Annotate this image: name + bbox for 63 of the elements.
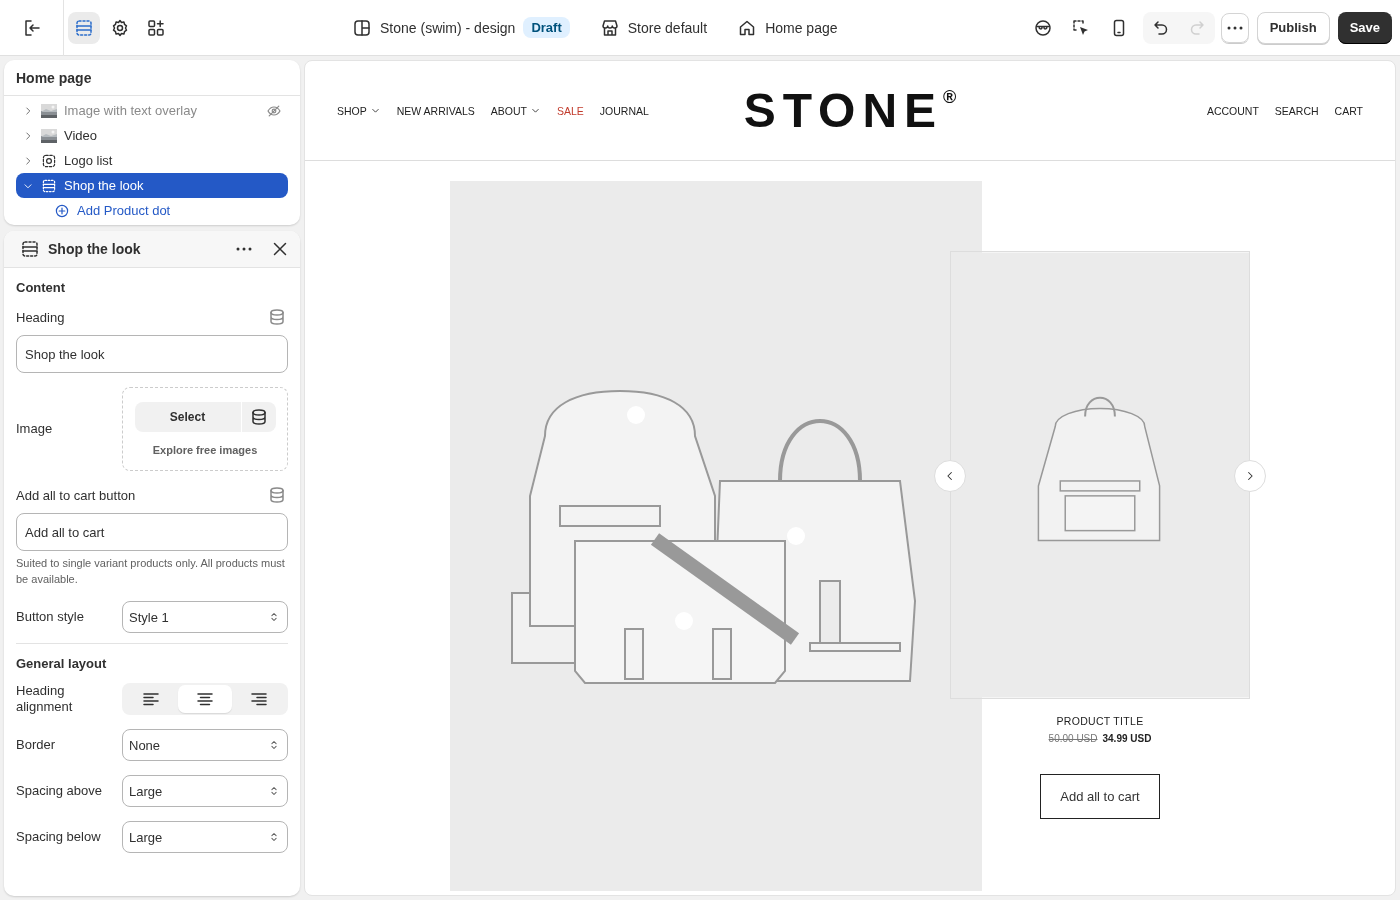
nav-link[interactable]: ABOUT [490, 104, 541, 117]
more-icon [1226, 25, 1243, 30]
select-button[interactable]: Select [134, 402, 241, 432]
save-button[interactable]: Save [1337, 11, 1392, 44]
panel-title: Shop the look [48, 241, 142, 257]
group-heading: General layout [16, 656, 108, 671]
database-button[interactable] [241, 402, 276, 432]
add-to-cart-button[interactable]: Add all to cart [1040, 774, 1160, 819]
nav-link[interactable]: NEW ARRIVALS [396, 104, 475, 117]
nav-link[interactable]: SHOP [337, 104, 381, 117]
store-button[interactable]: Store default [599, 17, 708, 38]
field-label: Image [16, 421, 54, 437]
more-icon [236, 247, 252, 251]
section-item[interactable]: Shop the look [16, 173, 288, 198]
section-item[interactable]: Image with text overlay [16, 98, 288, 123]
nav-link[interactable]: ACCOUNT [1206, 104, 1259, 117]
field-label: Add all to cart button [16, 487, 136, 503]
select-field[interactable]: Large [122, 775, 288, 807]
panel-title: Home page [4, 60, 300, 96]
nav-link[interactable]: CART [1334, 104, 1363, 117]
nav-link[interactable]: JOURNAL [599, 104, 649, 117]
store-logo[interactable]: STONE$^{®}$ [743, 86, 957, 135]
section-item[interactable]: Logo list [16, 148, 288, 173]
field-label: Heading alignment [16, 683, 74, 715]
database-icon [267, 485, 287, 505]
plus-circle-icon [54, 202, 70, 219]
status-badge: Draft [523, 17, 570, 38]
select-field[interactable]: Style 1 [122, 601, 288, 633]
field-label: Heading [16, 309, 65, 325]
mask-icon [1032, 17, 1053, 38]
select-field[interactable]: Large [122, 821, 288, 853]
nav-link[interactable]: SALE [556, 104, 584, 117]
product-price: 34.99 USD [1102, 733, 1152, 744]
text-field[interactable]: Shop the look [16, 335, 288, 373]
select-field[interactable]: None [122, 729, 288, 761]
publish-button[interactable]: Publish [1256, 11, 1330, 44]
sections-icon [74, 17, 94, 38]
field-label: Spacing below [16, 829, 102, 845]
layout-icon [352, 17, 372, 38]
text-field[interactable]: Add all to cart [16, 513, 288, 551]
logo-icon [41, 152, 57, 169]
compare-price: 50.00 USD [1048, 733, 1098, 744]
sections-icon [41, 177, 57, 194]
group-heading: Content [16, 280, 67, 295]
add-block-link[interactable]: Add Product dot [16, 198, 288, 223]
sections-icon [20, 239, 40, 259]
section-item[interactable]: Video [16, 123, 288, 148]
database-icon [267, 307, 287, 327]
settings-icon [110, 17, 130, 38]
more-button[interactable] [1220, 12, 1249, 43]
sections-tab[interactable] [68, 11, 100, 44]
store-icon [599, 17, 620, 38]
alignment-option[interactable] [178, 685, 232, 713]
help-text: Suited to single variant products only. All products must be available. [16, 556, 286, 587]
field-label: Button style [16, 609, 85, 625]
nav-link[interactable]: SEARCH [1274, 104, 1319, 117]
page-button[interactable]: Home page [737, 17, 838, 38]
product-title: PRODUCT TITLE [1056, 715, 1144, 727]
theme-button[interactable]: Stone (swim) - design Draft [352, 17, 570, 38]
field-label: Border [16, 737, 57, 753]
explore-link[interactable]: Explore free images [152, 444, 258, 456]
apps-icon [146, 17, 166, 38]
field-label: Spacing above [16, 783, 103, 799]
